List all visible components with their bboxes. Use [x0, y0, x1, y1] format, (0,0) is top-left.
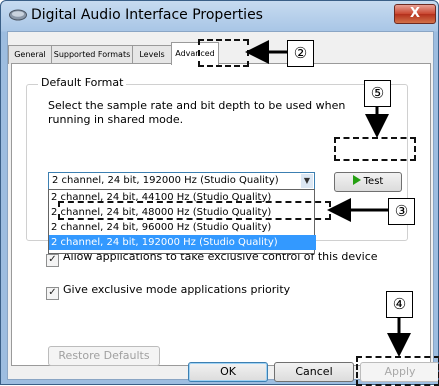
restore-defaults-button[interactable]: Restore Defaults [48, 346, 160, 366]
sample-rate-selected-value: 2 channel, 24 bit, 192000 Hz (Studio Qua… [52, 175, 279, 186]
highlight-selected-option [58, 201, 331, 220]
test-button-label: Test [363, 176, 384, 187]
test-button[interactable]: Test [334, 172, 402, 192]
play-icon [352, 175, 361, 185]
highlight-advanced-tab [198, 39, 249, 67]
title-bar[interactable]: Digital Audio Interface Properties X [1, 1, 438, 31]
ok-button[interactable]: OK [188, 362, 268, 382]
callout-2: ② [287, 40, 314, 67]
sample-rate-select[interactable]: 2 channel, 24 bit, 192000 Hz (Studio Qua… [48, 172, 315, 190]
highlight-test-button [334, 137, 416, 161]
dropdown-option-highlighted[interactable]: 2 channel, 24 bit, 192000 Hz (Studio Qua… [49, 235, 316, 250]
cancel-button[interactable]: Cancel [274, 362, 354, 382]
window-title: Digital Audio Interface Properties [31, 7, 263, 23]
exclusive-priority-row[interactable]: ✓ Give exclusive mode applications priori… [46, 283, 290, 300]
default-format-label: Default Format [38, 76, 127, 89]
exclusive-priority-label: Give exclusive mode applications priorit… [63, 283, 291, 296]
callout-4: ④ [386, 291, 413, 318]
dropdown-option[interactable]: 2 channel, 24 bit, 96000 Hz (Studio Qual… [49, 220, 316, 235]
chevron-down-icon[interactable]: ▼ [301, 174, 313, 188]
exclusive-priority-checkbox[interactable]: ✓ [46, 287, 59, 300]
tab-general[interactable]: General [8, 45, 52, 64]
highlight-apply-button [356, 356, 439, 386]
tab-supported-formats[interactable]: Supported Formats [51, 45, 133, 64]
speaker-icon [9, 9, 27, 21]
default-format-description: Select the sample rate and bit depth to … [48, 99, 346, 126]
allow-exclusive-checkbox[interactable]: ✓ [46, 254, 59, 267]
callout-3: ③ [388, 198, 415, 225]
sample-rate-dropdown: 2 channel, 24 bit, 44100 Hz (Studio Qual… [48, 189, 316, 254]
close-button[interactable]: X [394, 4, 436, 24]
callout-5: ⑤ [364, 80, 391, 107]
tab-levels[interactable]: Levels [132, 45, 172, 64]
